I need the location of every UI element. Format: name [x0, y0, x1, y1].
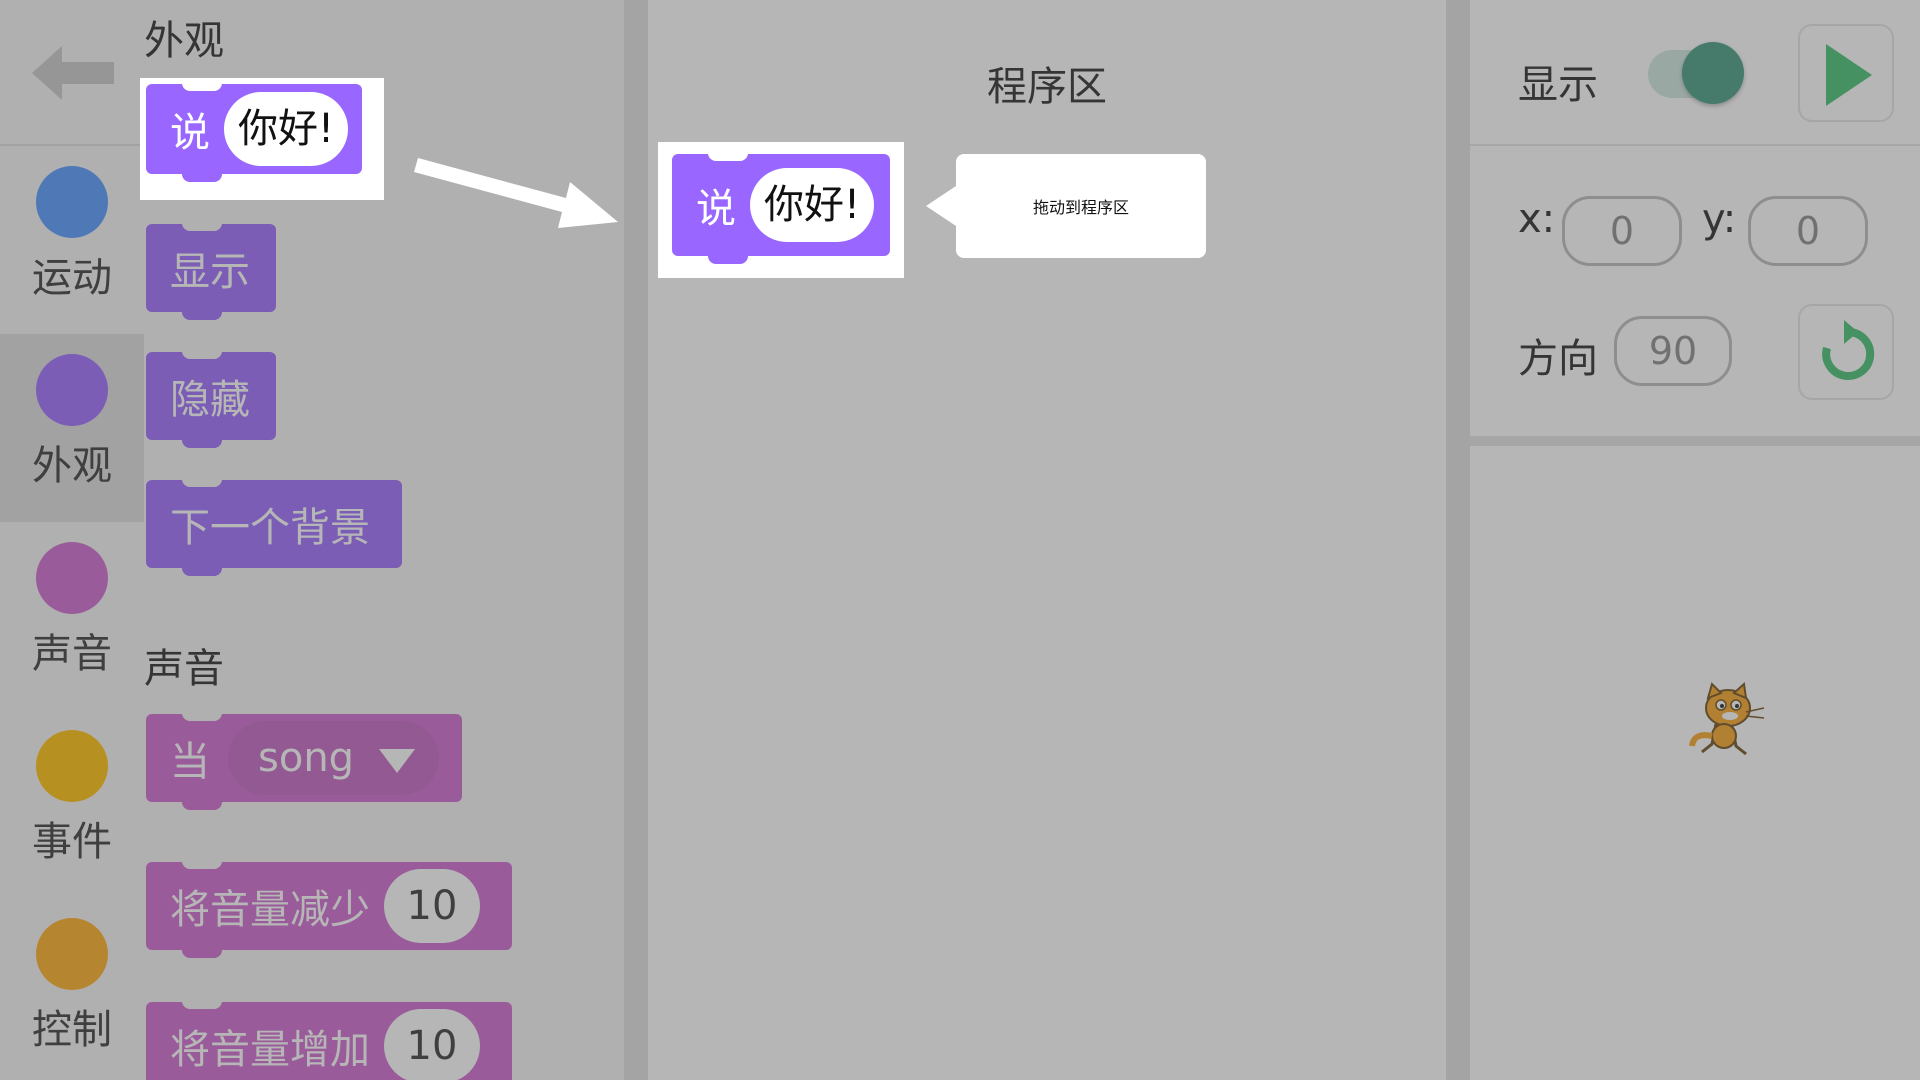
highlighted-say-text[interactable]: 你好! [224, 92, 349, 166]
program-say-verb: 说 [696, 186, 736, 232]
highlighted-say-block[interactable]: 说 你好! [146, 83, 362, 182]
program-say-block[interactable]: 说 你好! [672, 153, 890, 264]
drag-arrow-icon [414, 158, 618, 228]
highlighted-say-verb: 说 [170, 110, 210, 156]
program-say-text[interactable]: 你好! [750, 168, 875, 242]
highlight-target: 说 你好! [658, 142, 904, 278]
highlight-source: 说 你好! [140, 78, 384, 200]
drag-hint-tooltip: 拖动到程序区 [926, 154, 1206, 258]
drag-hint-text: 拖动到程序区 [1032, 198, 1129, 217]
